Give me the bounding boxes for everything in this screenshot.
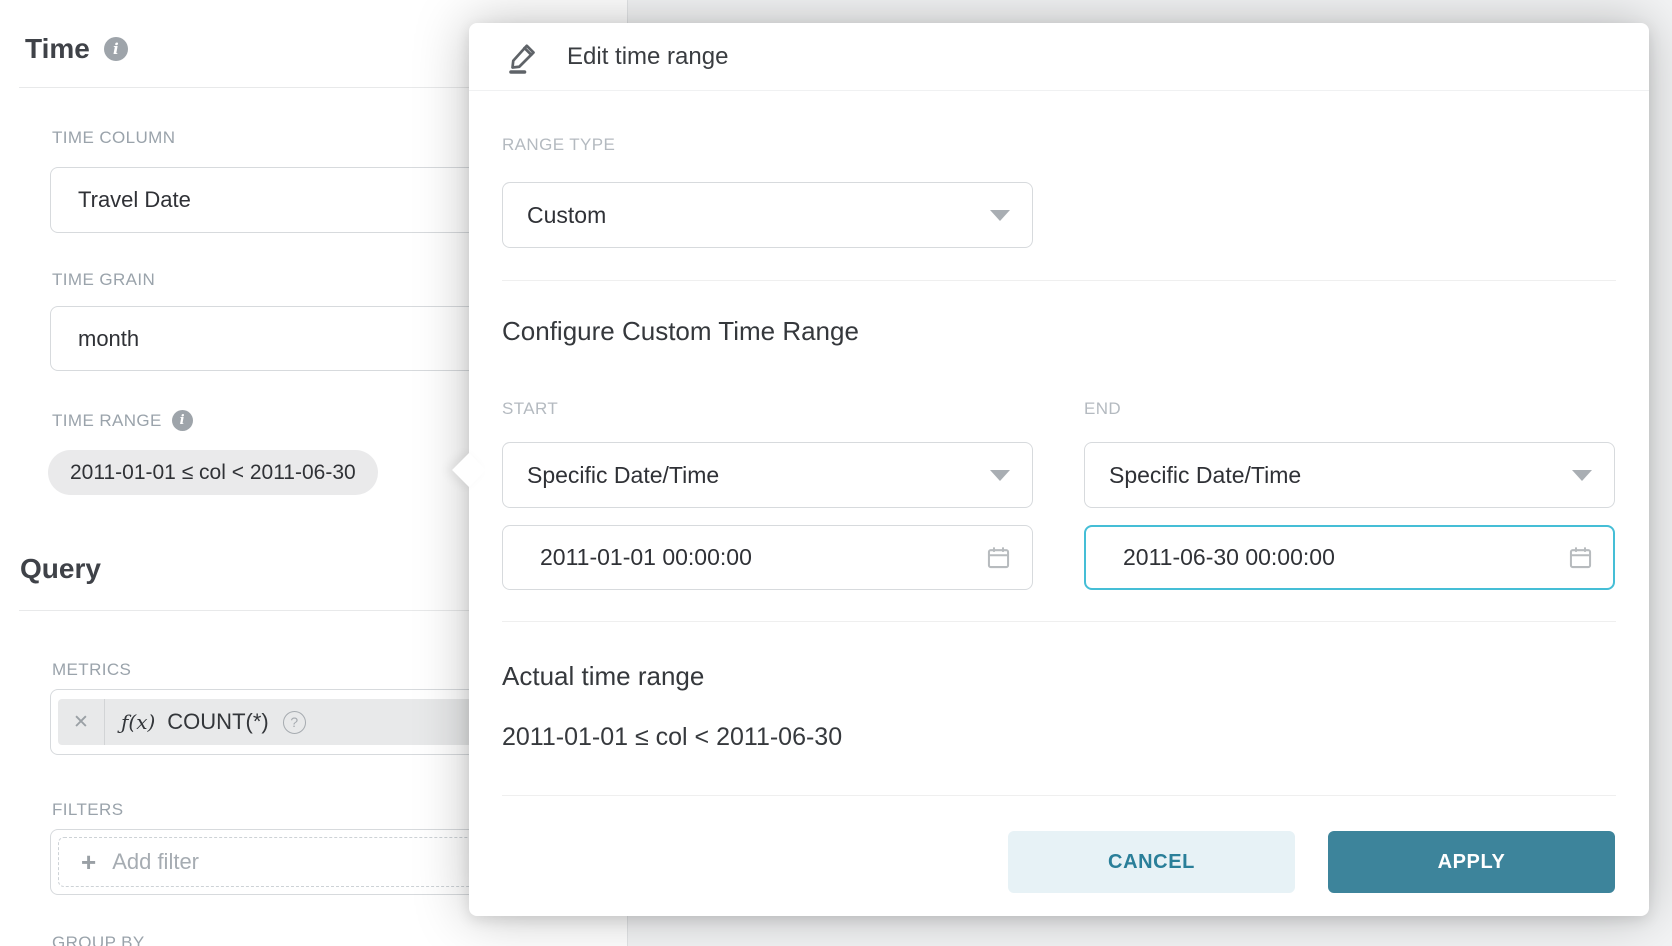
start-mode-value: Specific Date/Time — [527, 462, 719, 489]
range-type-select[interactable]: Custom — [502, 182, 1033, 248]
query-section-title: Query — [20, 553, 101, 585]
time-column-value: Travel Date — [78, 187, 191, 213]
end-mode-select[interactable]: Specific Date/Time — [1084, 442, 1615, 508]
divider — [502, 621, 1616, 622]
time-grain-value: month — [78, 326, 139, 352]
info-icon[interactable]: i — [104, 37, 128, 61]
start-date-field — [502, 525, 1033, 590]
divider — [502, 280, 1616, 281]
chevron-down-icon — [990, 210, 1010, 221]
query-section-heading: Query — [20, 553, 101, 585]
chevron-down-icon — [990, 470, 1010, 481]
time-column-label: TIME COLUMN — [52, 128, 175, 148]
start-date-input[interactable] — [502, 525, 1033, 590]
time-section-title: Time — [25, 33, 90, 65]
explore-view: Time i TIME COLUMN Travel Date TIME GRAI… — [0, 0, 1672, 946]
start-label: START — [502, 399, 558, 419]
plus-icon: + — [81, 849, 96, 875]
calendar-icon — [1567, 544, 1594, 571]
end-label: END — [1084, 399, 1121, 419]
info-icon[interactable]: i — [172, 410, 193, 431]
range-type-value: Custom — [527, 202, 606, 229]
configure-heading: Configure Custom Time Range — [502, 316, 859, 347]
time-range-label-text: TIME RANGE — [52, 411, 162, 431]
close-icon[interactable]: ✕ — [58, 699, 105, 745]
metric-fx-icon: ƒ(x) — [121, 710, 155, 734]
start-mode-select[interactable]: Specific Date/Time — [502, 442, 1033, 508]
pencil-icon — [505, 39, 541, 75]
chevron-down-icon — [1572, 470, 1592, 481]
question-icon[interactable]: ? — [283, 711, 306, 734]
divider — [502, 795, 1616, 796]
edit-time-range-popover: Edit time range RANGE TYPE Custom Config… — [469, 23, 1649, 916]
metric-name: COUNT(*) — [167, 709, 268, 735]
cancel-button[interactable]: CANCEL — [1008, 831, 1295, 893]
range-type-label: RANGE TYPE — [502, 135, 615, 155]
time-range-label: TIME RANGE i — [52, 410, 193, 431]
end-date-field — [1084, 525, 1615, 590]
filters-label: FILTERS — [52, 800, 123, 820]
time-grain-label: TIME GRAIN — [52, 270, 155, 290]
time-range-pill-text: 2011-01-01 ≤ col < 2011-06-30 — [70, 461, 356, 485]
group-by-label: GROUP BY — [52, 933, 145, 946]
add-filter-label: Add filter — [112, 849, 199, 875]
popover-header: Edit time range — [469, 23, 1649, 91]
time-range-pill[interactable]: 2011-01-01 ≤ col < 2011-06-30 — [48, 450, 378, 495]
time-section-heading: Time i — [25, 33, 128, 65]
actual-time-range-value: 2011-01-01 ≤ col < 2011-06-30 — [502, 723, 842, 752]
end-mode-value: Specific Date/Time — [1109, 462, 1301, 489]
apply-button[interactable]: APPLY — [1328, 831, 1615, 893]
actual-time-range-heading: Actual time range — [502, 661, 704, 692]
metrics-label: METRICS — [52, 660, 131, 680]
popover-title: Edit time range — [567, 43, 728, 71]
calendar-icon — [985, 544, 1012, 571]
end-date-input[interactable] — [1084, 525, 1615, 590]
